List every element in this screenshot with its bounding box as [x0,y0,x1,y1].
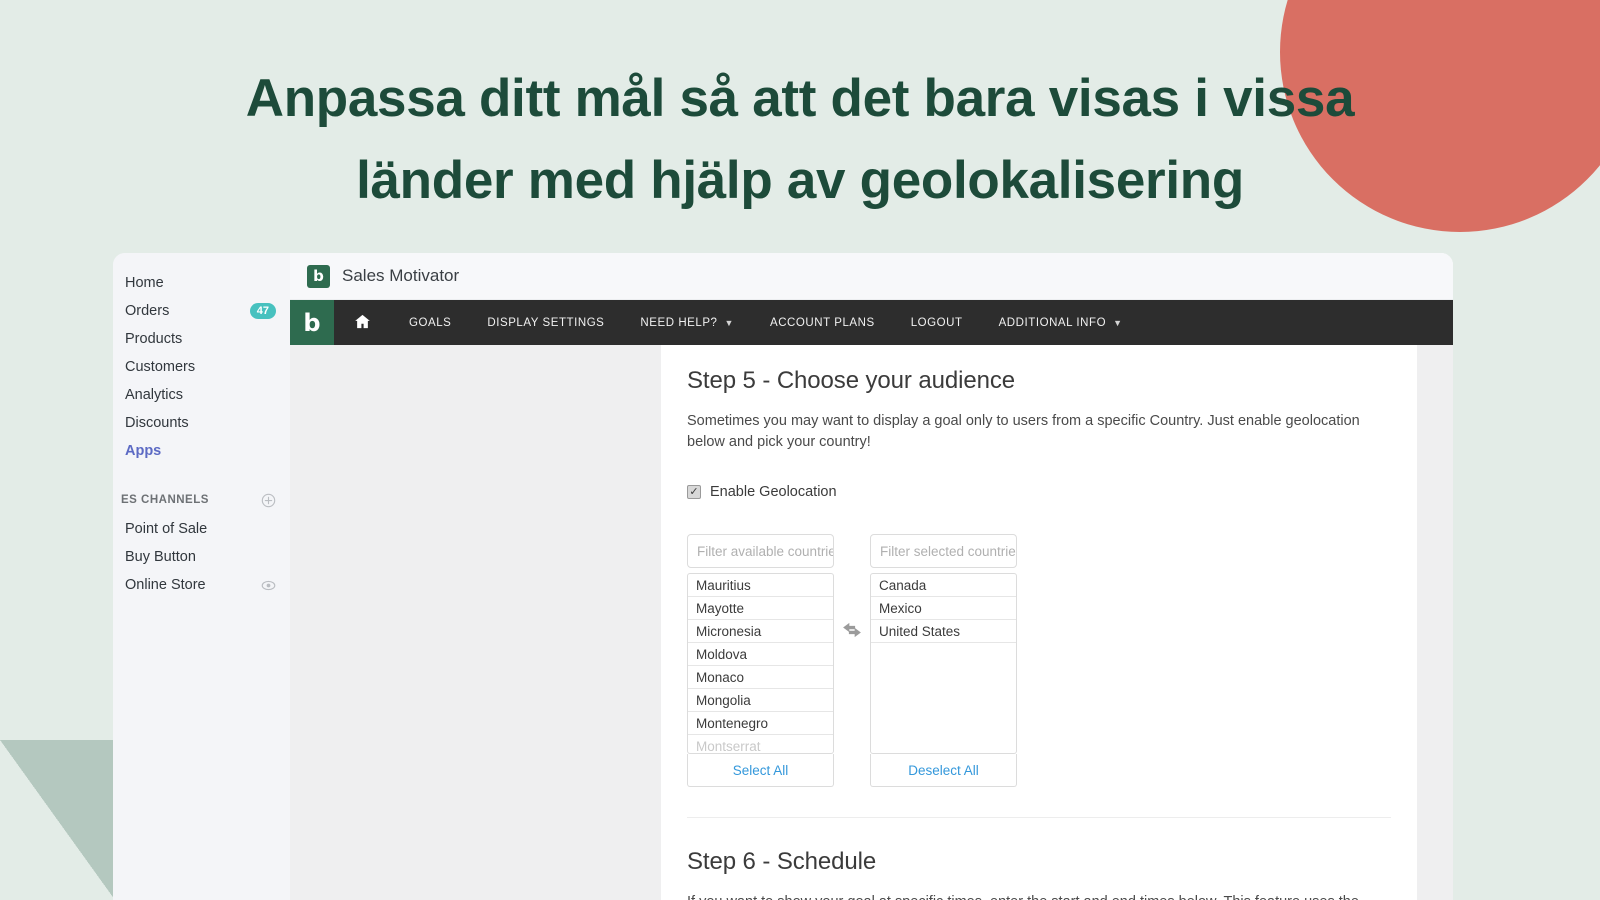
list-item[interactable]: Montserrat [688,735,833,753]
app-topnav: b GOALS DISPLAY SETTINGS NEED HELP? ▼ AC… [290,300,1453,345]
page-headline: Anpassa ditt mål så att det bara visas i… [245,69,1355,211]
sidebar-item-analytics[interactable]: Analytics [113,381,290,409]
chevron-down-icon: ▼ [1113,317,1123,328]
topnav-item-display-settings[interactable]: DISPLAY SETTINGS [469,300,622,345]
step6-section: Step 6 - Schedule If you want to show yo… [687,818,1391,900]
topnav-item-account-plans[interactable]: ACCOUNT PLANS [752,300,893,345]
sidebar: Home Orders 47 Products Customers Analyt… [113,253,290,900]
step5-section: Step 5 - Choose your audience Sometimes … [687,345,1391,788]
enable-geolocation-label: Enable Geolocation [710,484,837,501]
list-item[interactable]: United States [871,620,1016,644]
selected-countries-listbox[interactable]: Canada Mexico United States [870,573,1017,755]
list-item[interactable]: Montenegro [688,712,833,736]
available-countries-filter-input[interactable]: Filter available countries [687,534,834,569]
sidebar-item-point-of-sale[interactable]: Point of Sale [113,515,290,543]
sidebar-item-customers[interactable]: Customers [113,353,290,381]
embedded-app-frame: b Sales Motivator b GOALS DISPLAY SETTIN… [290,253,1453,900]
select-all-button[interactable]: Select All [687,754,834,788]
topnav-item-need-help[interactable]: NEED HELP? ▼ [622,300,752,345]
content-left-gutter [290,345,661,900]
list-item[interactable]: Mongolia [688,689,833,713]
decorative-triangle [0,740,115,900]
topnav-item-label: NEED HELP? [640,316,718,329]
topnav-item-label: ACCOUNT PLANS [769,316,875,329]
deselect-all-button[interactable]: Deselect All [870,754,1017,788]
list-item[interactable]: Mayotte [688,597,833,621]
topnav-item-label: ADDITIONAL INFO [998,316,1107,329]
list-item[interactable]: Monaco [688,666,833,690]
sidebar-item-label: Buy Button [125,549,196,565]
sidebar-item-buy-button[interactable]: Buy Button [113,543,290,571]
country-dual-listbox: Filter available countries Mauritius May… [687,534,1391,788]
topnav-item-home[interactable] [334,300,391,345]
topnav-item-additional-info[interactable]: ADDITIONAL INFO ▼ [981,300,1141,345]
sidebar-item-online-store[interactable]: Online Store [113,571,290,599]
enable-geolocation-checkbox[interactable]: ✓ [687,485,701,500]
app-titlebar: b Sales Motivator [290,253,1453,300]
topnav-item-label: LOGOUT [910,316,963,329]
topnav-item-label: GOALS [409,316,452,329]
chevron-down-icon: ▼ [724,317,734,328]
plus-circle-icon[interactable] [261,493,276,508]
sidebar-item-apps[interactable]: Apps [113,437,290,465]
selected-countries-filter-input[interactable]: Filter selected countries [870,534,1017,569]
topnav-item-logout[interactable]: LOGOUT [893,300,981,345]
available-countries-listbox[interactable]: Mauritius Mayotte Micronesia Moldova Mon… [687,573,834,755]
available-countries-column: Filter available countries Mauritius May… [687,534,834,788]
list-item[interactable]: Moldova [688,643,833,667]
topnav-item-goals[interactable]: GOALS [391,300,469,345]
eye-icon[interactable] [261,578,276,593]
home-icon [354,313,371,333]
sidebar-item-home[interactable]: Home [113,269,290,297]
sidebar-item-label: Point of Sale [125,521,208,537]
sidebar-item-label: Customers [125,359,196,375]
content-right-gutter [1417,345,1453,900]
sidebar-item-products[interactable]: Products [113,325,290,353]
swap-horizontal-icon [841,622,863,643]
sidebar-section-sales-channels: ES CHANNELS [113,485,290,515]
list-item[interactable]: Canada [871,574,1016,598]
app-body: Step 5 - Choose your audience Sometimes … [290,345,1453,900]
sidebar-item-label: Online Store [125,577,206,593]
sidebar-section-label: ES CHANNELS [121,494,209,506]
list-item[interactable]: Micronesia [688,620,833,644]
step6-title: Step 6 - Schedule [687,848,877,876]
topnav-brand-logo-icon[interactable]: b [290,300,334,345]
step5-description: Sometimes you may want to display a goal… [687,413,1360,450]
enable-geolocation-row[interactable]: ✓ Enable Geolocation [687,484,1391,500]
orders-badge: 47 [249,302,276,320]
topnav-item-label: DISPLAY SETTINGS [487,316,605,329]
content-card: Step 5 - Choose your audience Sometimes … [661,345,1417,900]
step6-description: If you want to show your goal at specifi… [687,892,1377,900]
app-logo-icon: b [307,264,330,288]
sidebar-item-discounts[interactable]: Discounts [113,409,290,437]
swap-lists-control[interactable] [834,534,870,643]
app-title: Sales Motivator [342,266,460,285]
sidebar-item-orders[interactable]: Orders 47 [113,297,290,325]
list-item[interactable]: Mexico [871,597,1016,621]
sidebar-item-label: Discounts [125,415,189,431]
sidebar-item-label: Products [125,331,183,347]
selected-countries-column: Filter selected countries Canada Mexico … [870,534,1017,788]
sidebar-item-label: Home [125,275,164,291]
sidebar-item-label: Orders [125,303,170,319]
step5-title: Step 5 - Choose your audience [687,367,1015,394]
sidebar-item-label: Analytics [125,387,184,403]
list-item[interactable]: Mauritius [688,574,833,598]
sidebar-item-label: Apps [125,443,162,459]
app-window: Home Orders 47 Products Customers Analyt… [113,253,1453,900]
